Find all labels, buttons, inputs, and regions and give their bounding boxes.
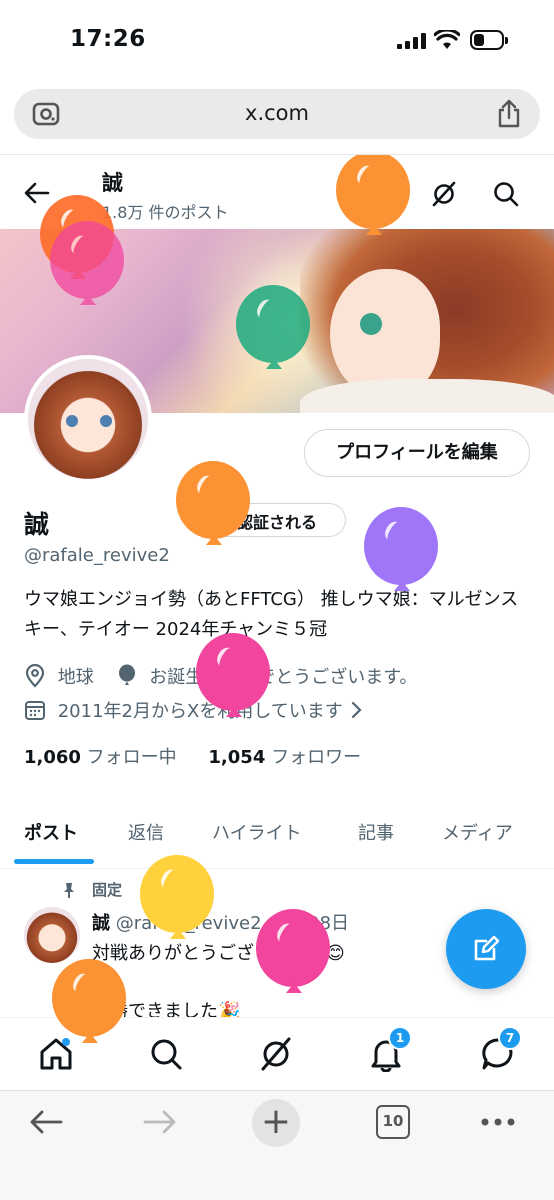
- home-unread-dot: [62, 1038, 70, 1046]
- tab-replies[interactable]: 返信: [128, 819, 164, 845]
- back-arrow-icon[interactable]: [24, 180, 50, 206]
- profile-handle: @rafale_revive2: [24, 545, 170, 566]
- status-time: 17:26: [70, 26, 146, 52]
- browser-toolbar: + 10: [0, 1090, 554, 1200]
- active-tab-indicator: [14, 859, 94, 864]
- compose-post-button[interactable]: [446, 909, 526, 989]
- following-label: フォロー中: [86, 747, 177, 768]
- grok-icon[interactable]: [430, 180, 458, 208]
- notifications-badge: 1: [388, 1026, 412, 1050]
- location-icon: [25, 664, 45, 688]
- balloon-decoration: [50, 221, 124, 305]
- balloon-decoration: [256, 909, 330, 993]
- tab-media[interactable]: メディア: [442, 819, 513, 845]
- profile-birthday: お誕生日おめでとうございます。: [149, 667, 418, 688]
- profile-bio: ウマ娘エンジョイ勢（あとFFTCG） 推しウマ娘：マルゼンスキー、テイオー 20…: [24, 589, 519, 640]
- followers-link[interactable]: 1,054 フォロワー: [208, 747, 361, 768]
- chevron-right-icon[interactable]: [349, 699, 363, 721]
- profile-location: 地球: [57, 667, 94, 688]
- search-icon[interactable]: [492, 180, 520, 208]
- new-tab-button[interactable]: +: [252, 1099, 300, 1147]
- messages-badge: 7: [498, 1026, 522, 1050]
- follow-stats: 1,060 フォロー中 1,054 フォロワー: [24, 743, 361, 769]
- back-icon[interactable]: [28, 1107, 64, 1137]
- address-bar[interactable]: x.com: [14, 89, 540, 139]
- profile-joined-row[interactable]: 2011年2月からXを利用しています: [24, 697, 363, 723]
- profile-joined[interactable]: 2011年2月からXを利用しています: [58, 697, 343, 723]
- followers-count: 1,054: [208, 747, 266, 768]
- header-name: 誠: [102, 171, 123, 195]
- battery-icon: [470, 30, 508, 50]
- balloon-decoration: [196, 633, 270, 717]
- pinned-label: 固定: [92, 881, 123, 899]
- profile-name: 誠: [24, 510, 50, 539]
- profile-page: 誠 1.8万 件のポスト プロフィールを編集 誠 ✓ 認証される @rafale…: [0, 154, 554, 1090]
- calendar-icon: [25, 701, 45, 720]
- tab-articles[interactable]: 記事: [358, 819, 394, 845]
- profile-avatar[interactable]: [24, 355, 152, 483]
- forward-icon[interactable]: [142, 1107, 178, 1137]
- balloon-decoration: [140, 855, 214, 939]
- balloon-icon: [119, 664, 136, 685]
- cellular-signal-icon: [397, 33, 427, 49]
- share-icon[interactable]: [496, 99, 522, 129]
- header-post-count: 1.8万 件のポスト: [102, 203, 229, 222]
- wifi-icon: [434, 30, 460, 49]
- compose-icon: [474, 935, 500, 961]
- tab-posts[interactable]: ポスト: [24, 819, 78, 845]
- pin-icon: [64, 883, 74, 898]
- tab-highlights[interactable]: ハイライト: [212, 819, 302, 845]
- more-icon[interactable]: [480, 1117, 516, 1127]
- balloon-decoration: [236, 285, 310, 369]
- status-bar: 17:26: [0, 0, 554, 80]
- post-avatar[interactable]: [24, 907, 80, 963]
- url-text[interactable]: x.com: [14, 101, 540, 125]
- search-icon[interactable]: [148, 1036, 184, 1072]
- balloon-decoration: [176, 461, 250, 545]
- grok-icon[interactable]: [258, 1036, 294, 1072]
- verified-label: 認証される: [237, 513, 318, 532]
- tab-switcher-button[interactable]: 10: [376, 1105, 410, 1139]
- followers-label: フォロワー: [271, 747, 362, 768]
- post-author[interactable]: 誠: [92, 913, 110, 934]
- edit-profile-button[interactable]: プロフィールを編集: [304, 429, 530, 477]
- following-link[interactable]: 1,060 フォロー中: [24, 747, 177, 768]
- following-count: 1,060: [24, 747, 81, 768]
- balloon-decoration: [336, 155, 410, 235]
- balloon-decoration: [52, 959, 126, 1043]
- balloon-decoration: [364, 507, 438, 591]
